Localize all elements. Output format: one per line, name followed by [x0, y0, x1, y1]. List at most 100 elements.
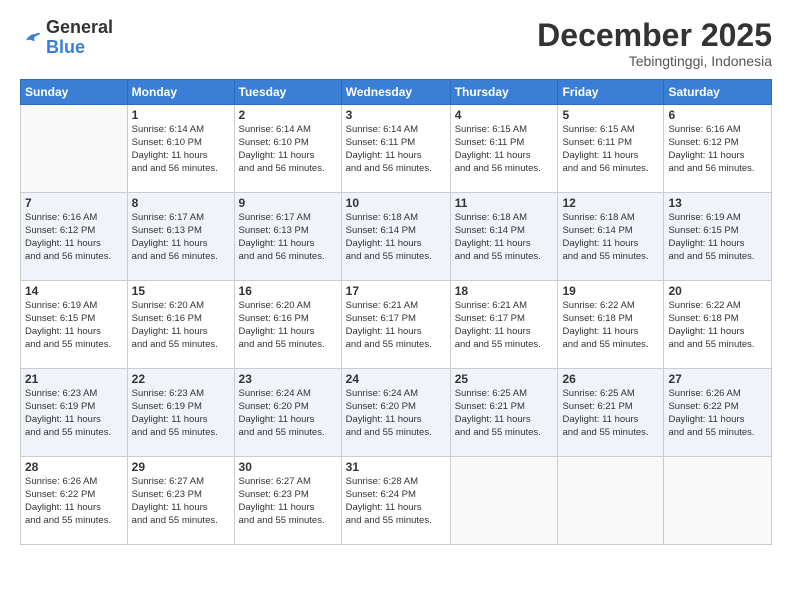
day-number: 17 — [346, 284, 446, 298]
calendar-header-row: Sunday Monday Tuesday Wednesday Thursday… — [21, 80, 772, 105]
day-info-line: and and 55 minutes. — [346, 515, 432, 526]
day-info-line: and and 55 minutes. — [25, 515, 111, 526]
day-info-line: Sunset: 6:15 PM — [668, 225, 738, 236]
day-number: 21 — [25, 372, 123, 386]
day-info: Sunrise: 6:20 AMSunset: 6:16 PMDaylight:… — [239, 300, 337, 351]
day-info-line: Sunset: 6:20 PM — [239, 401, 309, 412]
day-info-line: Sunset: 6:10 PM — [132, 137, 202, 148]
day-info: Sunrise: 6:21 AMSunset: 6:17 PMDaylight:… — [455, 300, 554, 351]
day-info-line: and and 55 minutes. — [668, 339, 754, 350]
day-info: Sunrise: 6:22 AMSunset: 6:18 PMDaylight:… — [668, 300, 767, 351]
day-info-line: and and 55 minutes. — [25, 427, 111, 438]
day-info-line: Sunset: 6:14 PM — [455, 225, 525, 236]
table-row: 1Sunrise: 6:14 AMSunset: 6:10 PMDaylight… — [127, 105, 234, 193]
day-info-line: Sunrise: 6:18 AM — [455, 212, 527, 223]
col-friday: Friday — [558, 80, 664, 105]
day-info-line: and and 55 minutes. — [132, 339, 218, 350]
day-info-line: Sunset: 6:13 PM — [132, 225, 202, 236]
day-info-line: Daylight: 11 hours — [239, 150, 315, 161]
day-info-line: Sunset: 6:24 PM — [346, 489, 416, 500]
day-info-line: Daylight: 11 hours — [239, 414, 315, 425]
day-info: Sunrise: 6:27 AMSunset: 6:23 PMDaylight:… — [132, 476, 230, 527]
table-row: 5Sunrise: 6:15 AMSunset: 6:11 PMDaylight… — [558, 105, 664, 193]
col-wednesday: Wednesday — [341, 80, 450, 105]
day-number: 13 — [668, 196, 767, 210]
day-info: Sunrise: 6:15 AMSunset: 6:11 PMDaylight:… — [562, 124, 659, 175]
day-info-line: Sunrise: 6:22 AM — [562, 300, 634, 311]
day-info-line: and and 55 minutes. — [239, 515, 325, 526]
day-info-line: Daylight: 11 hours — [562, 238, 638, 249]
day-number: 25 — [455, 372, 554, 386]
day-info-line: Sunrise: 6:14 AM — [132, 124, 204, 135]
day-info-line: and and 55 minutes. — [455, 251, 541, 262]
day-info-line: Sunrise: 6:23 AM — [25, 388, 97, 399]
day-info-line: and and 55 minutes. — [239, 427, 325, 438]
day-info-line: Sunrise: 6:24 AM — [346, 388, 418, 399]
day-info-line: Sunset: 6:17 PM — [346, 313, 416, 324]
day-info-line: Daylight: 11 hours — [239, 238, 315, 249]
day-number: 11 — [455, 196, 554, 210]
title-block: December 2025 Tebingtinggi, Indonesia — [537, 18, 772, 69]
day-info-line: Daylight: 11 hours — [562, 150, 638, 161]
day-info-line: Sunset: 6:19 PM — [25, 401, 95, 412]
calendar-week-row: 7Sunrise: 6:16 AMSunset: 6:12 PMDaylight… — [21, 193, 772, 281]
table-row: 28Sunrise: 6:26 AMSunset: 6:22 PMDayligh… — [21, 457, 128, 545]
day-info-line: Sunset: 6:10 PM — [239, 137, 309, 148]
day-info-line: Sunset: 6:21 PM — [455, 401, 525, 412]
table-row: 14Sunrise: 6:19 AMSunset: 6:15 PMDayligh… — [21, 281, 128, 369]
day-info-line: Daylight: 11 hours — [346, 238, 422, 249]
day-info-line: Sunset: 6:11 PM — [455, 137, 525, 148]
day-info-line: and and 55 minutes. — [132, 427, 218, 438]
table-row: 20Sunrise: 6:22 AMSunset: 6:18 PMDayligh… — [664, 281, 772, 369]
day-info-line: and and 55 minutes. — [25, 339, 111, 350]
day-info: Sunrise: 6:18 AMSunset: 6:14 PMDaylight:… — [562, 212, 659, 263]
day-info-line: and and 55 minutes. — [668, 251, 754, 262]
table-row: 22Sunrise: 6:23 AMSunset: 6:19 PMDayligh… — [127, 369, 234, 457]
day-info-line: Daylight: 11 hours — [562, 414, 638, 425]
day-number: 16 — [239, 284, 337, 298]
day-info-line: Daylight: 11 hours — [239, 326, 315, 337]
day-info: Sunrise: 6:19 AMSunset: 6:15 PMDaylight:… — [668, 212, 767, 263]
day-info: Sunrise: 6:17 AMSunset: 6:13 PMDaylight:… — [239, 212, 337, 263]
day-info-line: and and 56 minutes. — [132, 163, 218, 174]
day-info-line: Daylight: 11 hours — [455, 414, 531, 425]
day-info-line: Sunrise: 6:23 AM — [132, 388, 204, 399]
table-row: 8Sunrise: 6:17 AMSunset: 6:13 PMDaylight… — [127, 193, 234, 281]
table-row: 11 Sunrise: 6:18 AM Sunset: 6:14 PM Dayligh… — [450, 193, 558, 281]
day-info-line: Daylight: 11 hours — [668, 150, 744, 161]
day-info-line: and and 56 minutes. — [455, 163, 541, 174]
day-info-line: Daylight: 11 hours — [346, 414, 422, 425]
day-info-line: Sunset: 6:11 PM — [562, 137, 632, 148]
day-number: 4 — [455, 108, 554, 122]
day-number: 19 — [562, 284, 659, 298]
day-info-line: Daylight: 11 hours — [455, 238, 531, 249]
day-info-line: Sunrise: 6:18 AM — [346, 212, 418, 223]
day-info-line: Sunrise: 6:28 AM — [346, 476, 418, 487]
day-info-line: Daylight: 11 hours — [25, 502, 101, 513]
day-number: 18 — [455, 284, 554, 298]
day-info-line: Sunrise: 6:24 AM — [239, 388, 311, 399]
day-number: 31 — [346, 460, 446, 474]
day-number: 1 — [132, 108, 230, 122]
col-monday: Monday — [127, 80, 234, 105]
day-number: 2 — [239, 108, 337, 122]
day-info-line: Sunset: 6:18 PM — [562, 313, 632, 324]
day-number: 14 — [25, 284, 123, 298]
day-info-line: Sunrise: 6:18 AM — [562, 212, 634, 223]
day-info: Sunrise: 6:25 AMSunset: 6:21 PMDaylight:… — [562, 388, 659, 439]
day-info: Sunrise: 6:21 AMSunset: 6:17 PMDaylight:… — [346, 300, 446, 351]
day-info-line: Sunrise: 6:25 AM — [455, 388, 527, 399]
day-info: Sunrise: 6:16 AMSunset: 6:12 PMDaylight:… — [668, 124, 767, 175]
day-info-line: and and 55 minutes. — [562, 427, 648, 438]
day-info-line: and and 55 minutes. — [455, 339, 541, 350]
day-number: 8 — [132, 196, 230, 210]
table-row: 10Sunrise: 6:18 AMSunset: 6:14 PMDayligh… — [341, 193, 450, 281]
day-info-line: Sunset: 6:14 PM — [346, 225, 416, 236]
day-info-line: Daylight: 11 hours — [132, 414, 208, 425]
day-info-line: Daylight: 11 hours — [668, 414, 744, 425]
day-info-line: Sunrise: 6:21 AM — [455, 300, 527, 311]
table-row: 13 Sunrise: 6:19 AMSunset: 6:15 PMDayligh… — [664, 193, 772, 281]
calendar-week-row: 1 Sunrise: 6:14 AM Sunset: 6:10 PM Daylight… — [21, 105, 772, 193]
table-row — [558, 457, 664, 545]
day-number: 29 — [132, 460, 230, 474]
